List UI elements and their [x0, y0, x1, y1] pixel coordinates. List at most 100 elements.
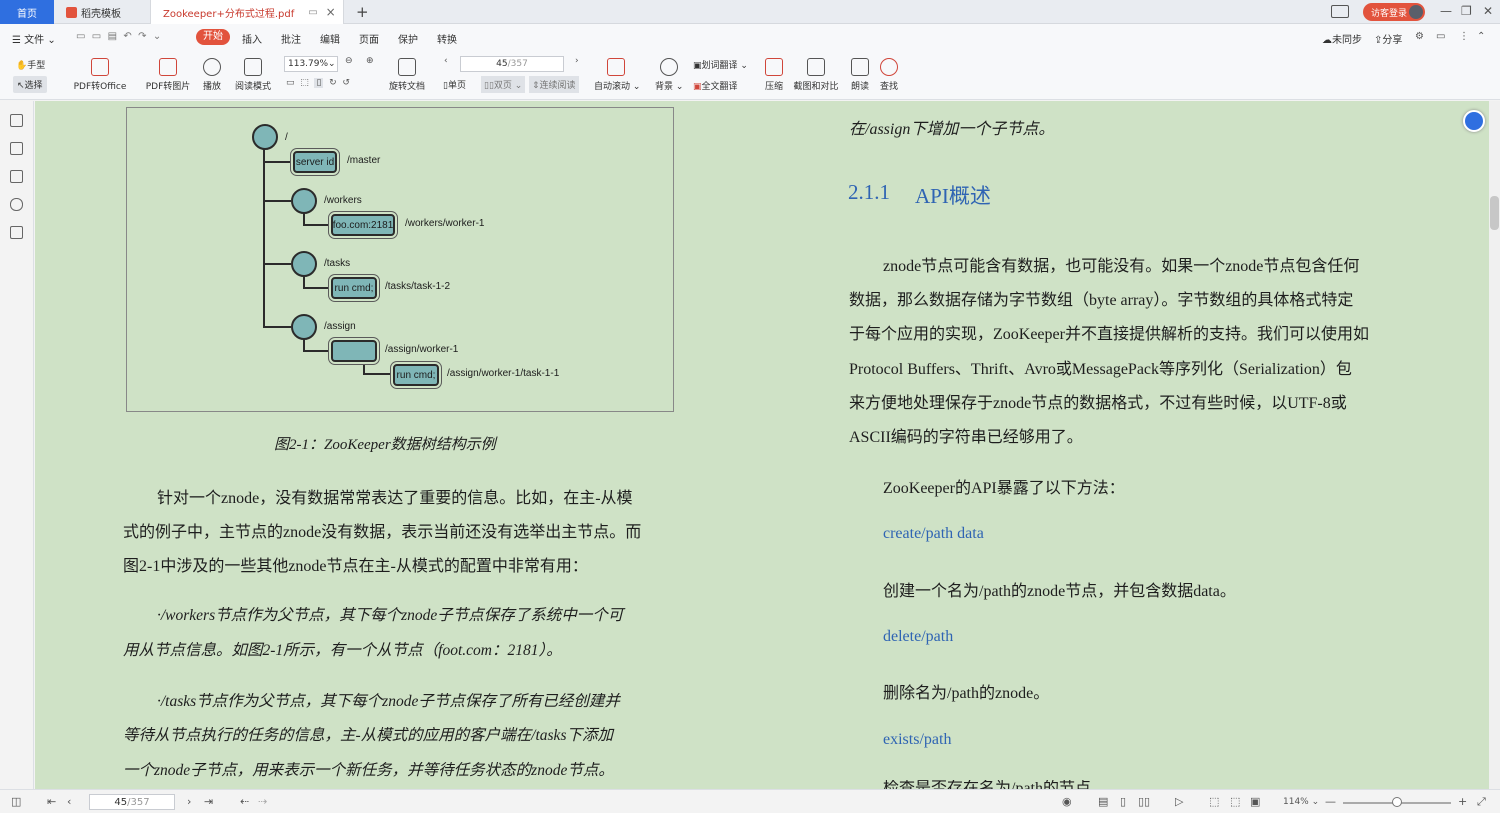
find-label: 查找	[879, 82, 898, 92]
actual-size-icon[interactable]: ▣	[1250, 795, 1260, 808]
status-page-input[interactable]: 45/357	[89, 794, 175, 810]
fit-page-icon[interactable]: ⬚	[1230, 795, 1240, 808]
zoom-in-icon[interactable]: ⊕	[366, 56, 374, 66]
paragraph-line: 图2-1中涉及的一些其他znode节点在主-从模式的配置中非常有用：	[123, 558, 588, 575]
tab-home[interactable]: 首页	[0, 0, 54, 24]
restore-button[interactable]: ❐	[1461, 4, 1472, 18]
zookeeper-tree-figure: / server id /master /workers foo.com:218…	[126, 107, 674, 412]
fit-width-icon[interactable]: ⬚	[1209, 795, 1219, 808]
workers-label: /workers	[324, 195, 362, 206]
tree-edge	[263, 200, 291, 202]
menu-edit[interactable]: 编辑	[320, 31, 340, 46]
pdf-to-image-button[interactable]: PDF转图片	[145, 58, 191, 92]
bookmark-icon[interactable]	[10, 114, 23, 127]
pdf-to-office-button[interactable]: PDF转Office	[72, 58, 128, 92]
share-button[interactable]: ⇪分享	[1374, 31, 1402, 46]
last-page-icon[interactable]: ⇥	[204, 795, 213, 808]
settings-icon[interactable]: ⚙	[1415, 31, 1424, 42]
close-window-button[interactable]: ✕	[1483, 4, 1493, 18]
file-menu[interactable]: ☰ 文件 ⌄	[12, 31, 56, 46]
minimize-button[interactable]: —	[1440, 4, 1452, 18]
fit-view-icons[interactable]: ▭ ⬚ ▯ ↻ ↺	[286, 78, 350, 88]
menu-page[interactable]: 页面	[359, 31, 379, 46]
read-aloud-button[interactable]: 朗读	[850, 58, 870, 92]
play-button[interactable]: 播放	[200, 58, 224, 92]
single-page-button[interactable]: ▯单页	[443, 78, 466, 91]
forward-icon[interactable]: ⇢	[258, 795, 267, 808]
tab-pdf-document[interactable]: Zookeeper+分布式过程.pdf ▭ ×	[150, 0, 344, 24]
continuous-view-icon[interactable]: ▯	[1120, 795, 1126, 808]
background-button[interactable]: 背景 ⌄	[655, 58, 683, 92]
thumbnail-icon[interactable]	[10, 142, 23, 155]
read-mode-button[interactable]: 阅读模式	[234, 58, 272, 92]
hand-tool[interactable]: ✋手型	[16, 58, 45, 71]
api-description: 创建一个名为/path的znode节点，并包含数据data。	[883, 583, 1236, 600]
tab-template[interactable]: 稻壳模板	[58, 0, 146, 24]
select-tool[interactable]: ↖选择	[13, 76, 47, 93]
menu-protect[interactable]: 保护	[398, 31, 418, 46]
quick-access-icons[interactable]: ▭ ▭ ▤ ↶ ↷ ⌄	[76, 31, 161, 42]
compress-button[interactable]: 压缩	[762, 58, 786, 92]
window-layout-icon[interactable]	[1331, 5, 1349, 18]
play-label: 播放	[202, 82, 221, 92]
zoom-select[interactable]: 113.79% ⌄	[284, 56, 338, 72]
double-page-button[interactable]: ▯▯双页 ⌄	[481, 76, 526, 93]
zoom-out-icon[interactable]: ⊖	[345, 56, 353, 66]
rotate-icon	[398, 58, 416, 76]
eye-protect-icon[interactable]: ◉	[1062, 795, 1072, 808]
back-icon[interactable]: ⇠	[240, 795, 249, 808]
task-label: /tasks/task-1-2	[385, 281, 451, 292]
section-number: 2.1.1	[848, 180, 890, 204]
section-heading: API概述	[915, 184, 991, 208]
first-page-icon[interactable]: ⇤	[47, 795, 56, 808]
next-page-icon[interactable]: ›	[187, 795, 191, 808]
continuous-read-button[interactable]: ⇕连续阅读	[529, 76, 579, 93]
auto-scroll-label: 自动滚动	[594, 82, 631, 92]
auto-scroll-button[interactable]: 自动滚动 ⌄	[594, 58, 640, 92]
play-icon[interactable]: ▷	[1175, 795, 1183, 808]
floating-tool-button[interactable]	[1463, 110, 1485, 132]
continuous-label: 连续阅读	[539, 81, 576, 91]
pdf-to-office-label: PDF转Office	[73, 82, 127, 92]
sync-status[interactable]: ☁未同步	[1322, 31, 1362, 46]
play-icon	[203, 58, 221, 76]
assign-task-node: run cmd;	[393, 364, 439, 386]
tab-pin-icon[interactable]: ▭	[308, 7, 317, 18]
scrollbar-thumb[interactable]	[1490, 196, 1499, 230]
next-page-icon[interactable]: ›	[575, 56, 579, 66]
zoom-slider-handle[interactable]	[1392, 797, 1402, 807]
menu-start[interactable]: 开始	[196, 29, 230, 45]
screenshot-compare-label: 截图和对比	[793, 82, 839, 92]
zoom-out-icon[interactable]: —	[1325, 795, 1336, 808]
prev-page-icon[interactable]: ‹	[444, 56, 448, 66]
find-button[interactable]: 查找	[879, 58, 899, 92]
menu-insert[interactable]: 插入	[242, 31, 262, 46]
comment-icon[interactable]: ▭	[1436, 31, 1445, 42]
menu-convert[interactable]: 转换	[437, 31, 457, 46]
speaker-icon	[851, 58, 869, 76]
status-zoom[interactable]: 114% ⌄	[1283, 797, 1319, 807]
screenshot-compare-button[interactable]: 截图和对比	[793, 58, 839, 92]
fullscreen-icon[interactable]: ⤢	[1477, 795, 1486, 809]
double-page-view-icon[interactable]: ▯▯	[1138, 795, 1150, 808]
full-translate-button[interactable]: ▣全文翻译	[693, 79, 738, 92]
login-button[interactable]: 访客登录	[1363, 3, 1425, 21]
tab-home-label: 首页	[17, 8, 37, 20]
prev-page-icon[interactable]: ‹	[67, 795, 71, 808]
fit-page-icon[interactable]: ▯	[314, 78, 324, 88]
menu-comment[interactable]: 批注	[281, 31, 301, 46]
word-translate-button[interactable]: ▣划词翻译 ⌄	[693, 58, 748, 71]
attachment-icon[interactable]	[10, 198, 23, 211]
sidebar-toggle-icon[interactable]: ◫	[11, 795, 21, 808]
rotate-document-button[interactable]: 旋转文档	[388, 58, 426, 92]
signature-icon[interactable]	[10, 226, 23, 239]
compress-label: 压缩	[764, 82, 783, 92]
collapse-ribbon-icon[interactable]: ⌃	[1477, 31, 1485, 42]
comment-panel-icon[interactable]	[10, 170, 23, 183]
page-number-input[interactable]: 45/357	[460, 56, 564, 72]
more-icon[interactable]: ⋮	[1459, 31, 1469, 42]
zoom-in-icon[interactable]: +	[1458, 795, 1467, 808]
new-tab-button[interactable]: +	[356, 3, 369, 21]
single-page-view-icon[interactable]: ▤	[1098, 795, 1108, 808]
tab-close-button[interactable]: ×	[326, 5, 336, 19]
